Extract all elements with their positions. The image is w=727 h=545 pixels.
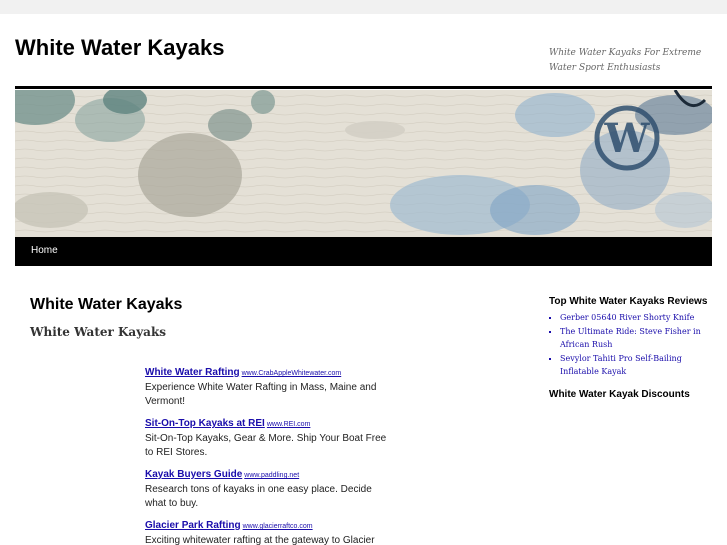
sidebar-link-label[interactable]: Sevylor Tahiti Pro Self-Bailing Inflatab… [560,354,682,376]
ad-description: Experience White Water Rafting in Mass, … [145,382,377,407]
sidebar-link-label[interactable]: Gerber 05640 River Shorty Knife [560,313,694,322]
svg-text:W: W [604,115,651,162]
ad-title-link[interactable]: Sit-On-Top Kayaks at REI [145,418,265,429]
entry-title: White Water Kayaks [30,296,183,313]
ad-title-link[interactable]: Glacier Park Rafting [145,520,241,531]
sidebar-link-item[interactable]: Sevylor Tahiti Pro Self-Bailing Inflatab… [560,352,709,378]
ad-url-link[interactable]: www.paddling.net [244,472,299,479]
ad-title-link[interactable]: Kayak Buyers Guide [145,469,242,480]
ad-description: Research tons of kayaks in one easy plac… [145,484,372,509]
ad-item: Glacier Park Rafting www.glacierraftco.co… [145,515,395,545]
ad-url-link[interactable]: www.CrabAppleWhitewater.com [242,370,342,377]
page-wrapper: White Water Kayaks White Water Kayaks Fo… [0,14,727,545]
header-rule [15,86,712,89]
ad-url-link[interactable]: www.glacierraftco.com [243,523,313,530]
sidebar-link-item[interactable]: The Ultimate Ride: Steve Fisher in Afric… [560,325,709,351]
ad-description: Sit-On-Top Kayaks, Gear & More. Ship You… [145,433,387,458]
ad-description: Exciting whitewater rafting at the gatew… [145,535,375,545]
site-title[interactable]: White Water Kayaks [15,35,224,61]
widget-title-reviews: Top White Water Kayaks Reviews [549,296,708,307]
wordpress-logo-icon: W [594,105,660,171]
ad-item: White Water Rafting www.CrabAppleWhitewat… [145,362,395,409]
ad-title-link[interactable]: White Water Rafting [145,367,240,378]
sidebar-link-item[interactable]: Gerber 05640 River Shorty Knife [560,311,709,324]
main-navigation: Home [15,237,712,266]
widget-title-discounts: White Water Kayak Discounts [549,389,690,400]
site-description: White Water Kayaks For Extreme Water Spo… [549,48,702,73]
sidebar-link-label[interactable]: The Ultimate Ride: Steve Fisher in Afric… [560,327,701,349]
ad-item: Sit-On-Top Kayaks at REI www.REI.com Sit-… [145,413,395,460]
header-banner-image: W [15,90,712,237]
entry-subtitle: White Water Kayaks [30,325,167,339]
nav-item-home[interactable]: Home [31,245,58,256]
ad-url-link[interactable]: www.REI.com [267,421,311,428]
ad-item: Kayak Buyers Guide www.paddling.net Resea… [145,464,395,511]
sidebar: Top White Water Kayaks Reviews Gerber 05… [549,295,709,401]
reviews-list: Gerber 05640 River Shorty Knife The Ulti… [549,311,709,378]
ad-block: White Water Rafting www.CrabAppleWhitewat… [145,362,395,545]
